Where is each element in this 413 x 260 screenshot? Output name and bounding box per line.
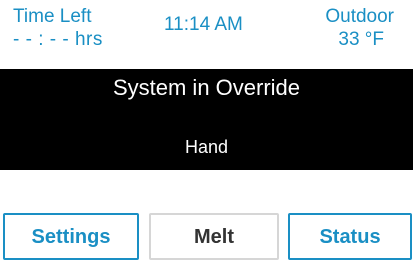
status-banner: System in Override Hand	[0, 69, 413, 170]
time-left-label: Time Left	[13, 6, 92, 27]
current-time: 11:14 AM	[164, 14, 243, 35]
time-left-value: - - : - - hrs	[13, 29, 103, 50]
settings-button[interactable]: Settings	[3, 213, 139, 260]
outdoor-label: Outdoor	[325, 6, 394, 27]
melt-button[interactable]: Melt	[149, 213, 279, 260]
thermostat-screen: Time Left - - : - - hrs 11:14 AM Outdoor…	[0, 0, 413, 260]
outdoor-temperature: 33 °F	[338, 29, 384, 50]
status-button[interactable]: Status	[288, 213, 412, 260]
override-mode: Hand	[184, 137, 229, 157]
banner-title: System in Override	[112, 75, 301, 100]
